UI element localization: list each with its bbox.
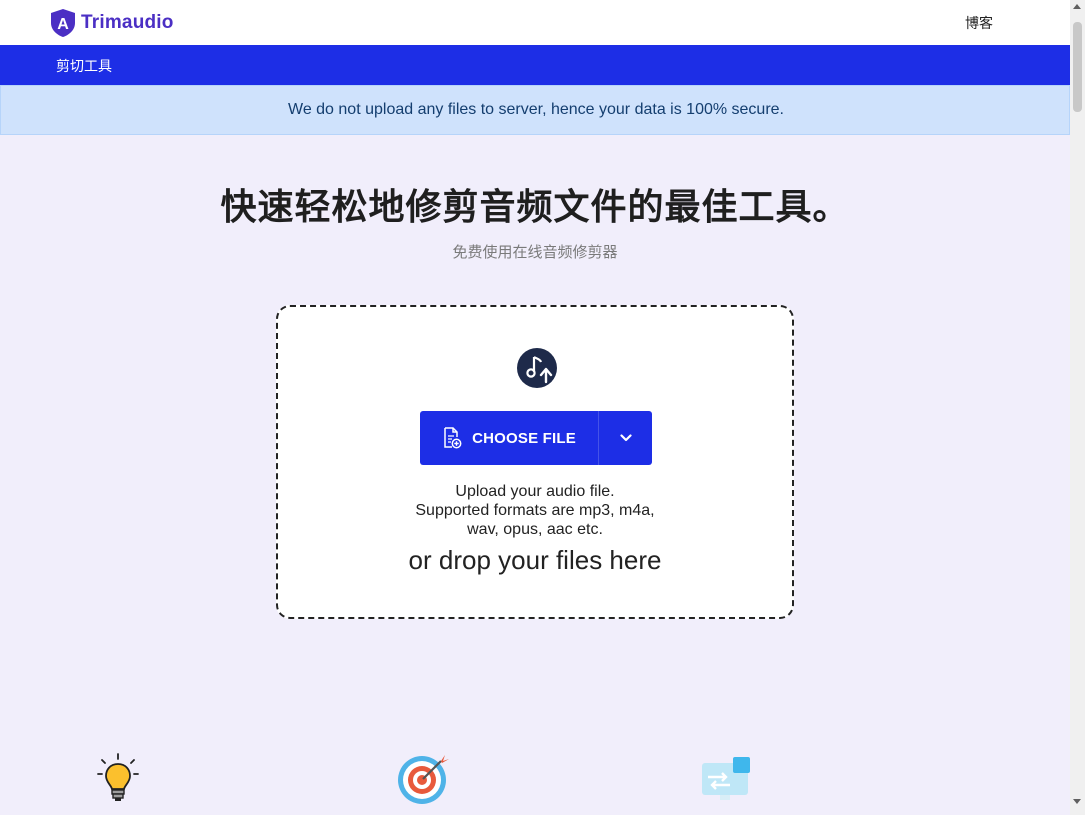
- upload-instructions: Upload your audio file. Supported format…: [278, 482, 792, 539]
- page-subtitle: 免费使用在线音频修剪器: [452, 243, 618, 261]
- scroll-down-arrow-icon[interactable]: [1073, 799, 1081, 804]
- target-icon: [398, 755, 449, 804]
- upload-instruction-line: Supported formats are mp3, m4a,: [415, 502, 655, 519]
- drop-files-text: or drop your files here: [408, 545, 662, 575]
- scrollbar-thumb[interactable]: [1073, 22, 1082, 112]
- shield-logo-icon: A: [51, 9, 75, 37]
- music-upload-icon: [517, 348, 557, 388]
- page-title: 快速轻松地修剪音频文件的最佳工具。: [220, 187, 850, 228]
- lightbulb-icon: [97, 753, 139, 801]
- page-scrollbar[interactable]: [1070, 0, 1085, 815]
- choose-file-button[interactable]: CHOOSE FILE: [420, 411, 652, 465]
- nav-item-cut-tool[interactable]: 剪切工具: [56, 56, 112, 76]
- blog-link[interactable]: 博客: [965, 13, 993, 33]
- source-dropdown-toggle[interactable]: [599, 411, 652, 465]
- chevron-down-icon: [619, 434, 632, 442]
- computer-transfer-icon: [702, 757, 750, 800]
- scroll-up-arrow-icon[interactable]: [1073, 4, 1081, 9]
- choose-file-label: CHOOSE FILE: [472, 429, 576, 447]
- upload-instruction-line: wav, opus, aac etc.: [467, 521, 603, 538]
- security-notice-text: We do not upload any files to server, he…: [288, 101, 784, 118]
- logo-letter: A: [57, 16, 69, 33]
- logo[interactable]: A Trimaudio: [49, 8, 174, 38]
- upload-instruction-line: Upload your audio file.: [455, 483, 615, 500]
- security-notice: We do not upload any files to server, he…: [0, 85, 1070, 135]
- nav-bar: 剪切工具: [0, 45, 1070, 85]
- site-header: A Trimaudio 博客: [0, 0, 1070, 45]
- brand-name: Trimaudio: [81, 12, 174, 33]
- add-file-icon: [444, 427, 462, 449]
- choose-file-main[interactable]: CHOOSE FILE: [420, 411, 599, 465]
- file-drop-zone[interactable]: CHOOSE FILE Upload your audio file. Supp…: [276, 305, 794, 619]
